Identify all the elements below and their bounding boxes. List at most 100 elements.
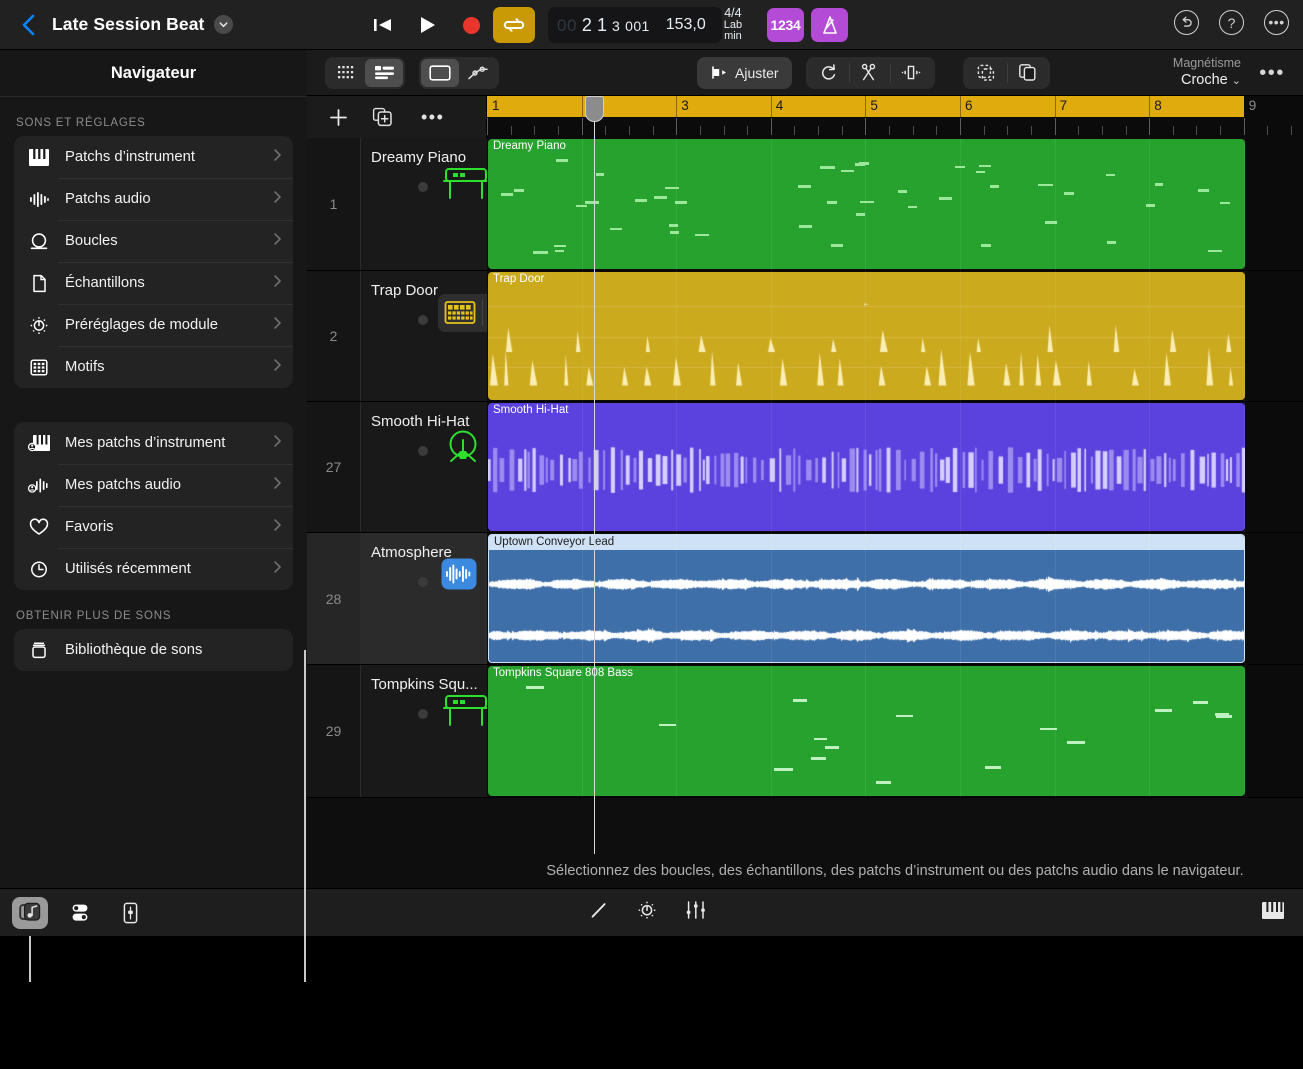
adjust-button-inner[interactable]: Ajuster (699, 59, 790, 87)
track-header[interactable]: Atmosphere (360, 533, 487, 664)
region-trap-door[interactable]: Trap Door (488, 272, 1245, 400)
metronome-button[interactable] (811, 8, 848, 42)
sidebar-item-plugin-presets[interactable]: Préréglages de module (14, 304, 293, 346)
track-header[interactable]: Trap Door (360, 271, 487, 401)
track-header[interactable]: Tompkins Squ... (360, 665, 487, 797)
lcd-tempo: 153,0 (666, 16, 706, 34)
edit-mode-segment (419, 57, 499, 89)
midi-note (939, 197, 952, 200)
play-button[interactable] (405, 7, 449, 43)
region-uptown-conveyor-lead[interactable]: Uptown Conveyor Lead (488, 534, 1245, 663)
piano-keyboard-button[interactable] (1261, 900, 1285, 926)
chevron-right-icon (273, 358, 282, 377)
midi-note (976, 171, 986, 174)
sidebar-item-my-audio-patches[interactable]: Mes patchs audio (14, 464, 293, 506)
sidebar-item-instrument-patches[interactable]: Patchs d’instrument (14, 136, 293, 178)
cycle-button[interactable] (493, 7, 535, 43)
ruler-bar-tick (676, 96, 677, 117)
add-track-button[interactable] (329, 108, 348, 127)
chevron-left-icon (21, 13, 37, 37)
keyboard-instrument-icon[interactable] (442, 166, 490, 211)
marquee-button[interactable] (965, 59, 1007, 87)
sidebar-item-recently-used[interactable]: Utilisés récemment (14, 548, 293, 590)
midi-note (1064, 192, 1074, 195)
count-in-button[interactable]: 1234 (767, 8, 804, 42)
keyboard-instrument-icon[interactable] (442, 693, 490, 738)
toolbar-more-button[interactable]: ••• (1259, 67, 1285, 79)
record-button[interactable] (449, 7, 493, 43)
table-row[interactable]: 27 Smooth Hi-Hat (307, 402, 1303, 533)
sidebar-item-sound-library[interactable]: Bibliothèque de sons (14, 629, 293, 671)
back-button[interactable] (18, 13, 40, 37)
more-button[interactable]: ••• (1264, 10, 1289, 35)
table-row[interactable]: 28 Atmosphere (307, 533, 1303, 665)
ruler-bar-label: 4 (776, 98, 784, 113)
sidebar-item-audio-patches[interactable]: Patchs audio (14, 178, 293, 220)
loop-region-button[interactable] (808, 59, 849, 87)
ruler-sub-tick (653, 126, 654, 135)
track-record-enable[interactable] (418, 577, 428, 587)
fade-button[interactable] (890, 59, 933, 87)
duplicate-track-button[interactable] (372, 107, 393, 127)
track-record-enable[interactable] (418, 446, 428, 456)
track-header[interactable]: Dreamy Piano (360, 138, 487, 270)
track-lane[interactable]: Trap Door (487, 271, 1303, 401)
sound-browser-button[interactable] (12, 897, 48, 929)
ruler-sub-tick (1220, 126, 1221, 135)
adjust-button[interactable]: Ajuster (697, 57, 792, 89)
rewind-button[interactable] (361, 7, 405, 43)
sidebar-item-my-instrument-patches[interactable]: Mes patchs d’instrument (14, 422, 293, 464)
ruler-bar-label: 8 (1154, 98, 1162, 113)
hihat-cymbal-icon[interactable] (441, 428, 485, 473)
sidebar-item-patterns[interactable]: Motifs (14, 346, 293, 388)
audio-waveform-icon (28, 190, 58, 209)
duplicate-button[interactable] (1007, 59, 1048, 87)
track-record-enable[interactable] (418, 709, 428, 719)
midi-note (1040, 728, 1058, 731)
pencil-draw-icon (588, 899, 610, 921)
snap-control[interactable]: Magnétisme Croche ⌄ (1173, 56, 1241, 90)
region-dreamy-piano[interactable]: Dreamy Piano (488, 139, 1245, 269)
step-sequencer-button[interactable] (327, 59, 365, 87)
track-lane[interactable]: Smooth Hi-Hat (487, 402, 1303, 532)
help-button[interactable]: ? (1219, 10, 1244, 35)
undo-button[interactable] (1174, 10, 1199, 35)
track-lane[interactable]: Tompkins Square 808 Bass (487, 665, 1303, 797)
faders-mixer-button[interactable] (684, 899, 708, 926)
sidebar-item-favorites[interactable]: Favoris (14, 506, 293, 548)
mixer-toggles-button[interactable] (62, 897, 98, 929)
bottom-center-buttons (588, 899, 708, 926)
track-record-enable[interactable] (418, 182, 428, 192)
pencil-draw-button[interactable] (588, 899, 610, 926)
track-record-enable[interactable] (418, 315, 428, 325)
project-menu-button[interactable] (214, 15, 233, 34)
region-tompkins-square-808-bass[interactable]: Tompkins Square 808 Bass (488, 666, 1245, 796)
track-more-button[interactable]: ••• (421, 113, 444, 122)
tracks-view-button[interactable] (365, 59, 403, 87)
audio-track-icon[interactable] (441, 558, 477, 595)
table-row[interactable]: 2 Trap Door (307, 271, 1303, 402)
lcd-display[interactable]: 00 2 1 3 001 153,0 4/4 Lab min (548, 7, 722, 43)
sidebar-item-loops[interactable]: Boucles (14, 220, 293, 262)
table-row[interactable]: 29 Tompkins Squ... (307, 665, 1303, 798)
automation-mode-button[interactable] (459, 59, 497, 87)
project-title: Late Session Beat (52, 14, 204, 35)
split-button[interactable] (849, 59, 890, 87)
plugin-preset-button[interactable] (636, 899, 658, 926)
sidebar-item-samples[interactable]: Échantillons (14, 262, 293, 304)
channel-strip-button[interactable] (112, 897, 148, 929)
track-header[interactable]: Smooth Hi-Hat (360, 402, 487, 532)
midi-note (1198, 189, 1209, 192)
table-row[interactable]: 1 Dreamy Piano (307, 138, 1303, 271)
region-mode-button[interactable] (421, 59, 459, 87)
more-icon: ••• (1268, 20, 1284, 26)
sidebar-item-label: Échantillons (58, 275, 273, 291)
waveform-display (488, 272, 1245, 400)
midi-note (1067, 741, 1085, 744)
track-lane[interactable]: Uptown Conveyor Lead (487, 533, 1303, 664)
timeline-ruler[interactable]: 123456789 (487, 96, 1303, 138)
help-icon: ? (1228, 16, 1236, 30)
track-lane[interactable]: Dreamy Piano (487, 138, 1303, 270)
region-smooth-hihat[interactable]: Smooth Hi-Hat (488, 403, 1245, 531)
midi-note (799, 225, 812, 228)
